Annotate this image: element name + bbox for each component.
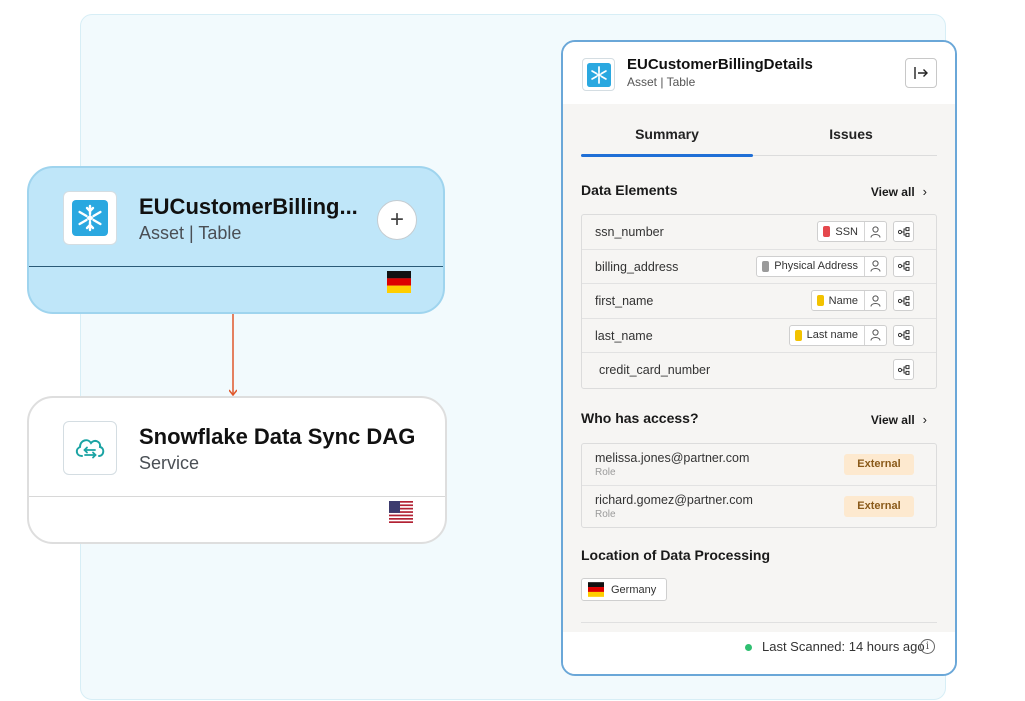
snowflake-icon: [63, 191, 117, 245]
classification-tag-label: SSN: [835, 225, 858, 238]
asset-node-header: EUCustomerBilling... Asset | Table +: [29, 168, 443, 266]
tag-color-dot: [823, 226, 831, 237]
collapse-panel-icon: [914, 67, 928, 79]
location-chip[interactable]: Germany: [581, 578, 668, 601]
person-icon: [864, 256, 886, 276]
asset-node-subtitle: Asset | Table: [139, 223, 242, 243]
asset-node-title: EUCustomerBilling...: [139, 194, 358, 219]
collapse-panel-button[interactable]: [905, 58, 937, 88]
panel-header: EUCustomerBillingDetails Asset | Table: [563, 42, 955, 104]
lineage-edge-arrow: [228, 314, 238, 403]
panel-subtitle: Asset | Table: [627, 75, 696, 89]
person-icon: [864, 222, 886, 241]
panel-tabs: Summary Issues: [581, 104, 937, 157]
lineage-icon: [897, 295, 909, 306]
last-scanned-text: Last Scanned: 14 hours ago: [762, 639, 925, 654]
data-element-row[interactable]: last_name Last name: [582, 319, 936, 354]
tab-summary[interactable]: Summary: [581, 126, 753, 142]
lineage-button[interactable]: [893, 359, 914, 381]
service-node[interactable]: Snowflake Data Sync DAG Service: [27, 396, 447, 544]
access-email: melissa.jones@partner.com: [595, 451, 750, 465]
lineage-icon: [897, 226, 909, 237]
person-icon: [864, 325, 886, 345]
data-element-row[interactable]: first_name Name: [582, 284, 936, 319]
lineage-button[interactable]: [893, 324, 914, 346]
usa-flag-icon: [389, 501, 413, 528]
classification-tag-label: Name: [828, 294, 858, 307]
lineage-icon: [897, 261, 909, 271]
service-node-subtitle: Service: [139, 453, 200, 473]
view-all-label: View all: [870, 413, 915, 427]
info-icon[interactable]: i: [920, 639, 935, 654]
service-node-title: Snowflake Data Sync DAG: [139, 424, 416, 449]
panel-title: EUCustomerBillingDetails: [627, 56, 813, 73]
external-badge: External: [844, 454, 914, 475]
access-title: Who has access?: [581, 410, 699, 426]
asset-node[interactable]: EUCustomerBilling... Asset | Table +: [27, 166, 445, 314]
lineage-button[interactable]: [893, 221, 914, 242]
access-list: melissa.jones@partner.com Role External …: [581, 443, 937, 528]
location-country: Germany: [611, 583, 657, 596]
chevron-right-icon: ›: [922, 184, 927, 199]
external-badge: External: [844, 495, 914, 517]
data-elements-view-all-link[interactable]: View all ›: [871, 184, 927, 199]
lineage-button[interactable]: [893, 255, 914, 277]
data-element-name: last_name: [595, 328, 653, 343]
data-element-row[interactable]: ssn_number SSN: [582, 215, 936, 250]
panel-footer: Last Scanned: 14 hours ago i: [563, 632, 955, 674]
data-element-name: credit_card_number: [599, 363, 711, 378]
data-element-name: first_name: [595, 294, 654, 309]
chevron-right-icon: ›: [922, 412, 927, 427]
add-button[interactable]: +: [377, 200, 417, 240]
access-role: Role: [595, 508, 616, 520]
location-title: Location of Data Processing: [581, 547, 771, 563]
access-row[interactable]: richard.gomez@partner.com Role External: [582, 486, 936, 528]
section-divider: [581, 622, 937, 623]
access-view-all-link[interactable]: View all ›: [871, 412, 927, 427]
access-email: richard.gomez@partner.com: [595, 492, 753, 507]
data-element-row[interactable]: credit_card_number: [582, 353, 936, 388]
service-node-header: Snowflake Data Sync DAG Service: [29, 398, 445, 496]
data-element-tags: [893, 359, 914, 381]
classification-tag[interactable]: Physical Address: [756, 255, 887, 277]
status-dot: [745, 644, 752, 651]
classification-tag[interactable]: Last name: [788, 324, 887, 346]
classification-tag[interactable]: Name: [810, 290, 887, 312]
service-node-divider: [29, 496, 445, 497]
tab-issues[interactable]: Issues: [767, 126, 935, 142]
data-element-tags: Name: [810, 290, 914, 312]
data-element-tags: Last name: [788, 324, 914, 346]
germany-flag-icon: [588, 582, 604, 597]
tag-color-dot: [816, 295, 824, 307]
data-element-name: ssn_number: [595, 225, 664, 239]
classification-tag[interactable]: SSN: [817, 221, 887, 242]
classification-tag-label: Physical Address: [774, 260, 858, 273]
data-element-tags: SSN: [817, 221, 914, 242]
view-all-label: View all: [870, 185, 915, 199]
data-elements-title: Data Elements: [581, 182, 678, 198]
panel-body: Summary Issues Data Elements View all › s…: [563, 104, 955, 632]
asset-details-panel: EUCustomerBillingDetails Asset | Table S…: [561, 40, 957, 676]
lineage-icon: [897, 364, 909, 375]
lineage-button[interactable]: [893, 290, 914, 312]
classification-tag-label: Last name: [806, 329, 858, 342]
lineage-icon: [897, 330, 909, 341]
cloud-sync-icon: [63, 421, 117, 475]
access-row[interactable]: melissa.jones@partner.com Role External: [582, 444, 936, 486]
asset-node-divider: [29, 266, 443, 267]
access-role: Role: [595, 467, 616, 478]
data-elements-list: ssn_number SSN billing_address Physical …: [581, 214, 937, 389]
person-icon: [864, 291, 886, 311]
tag-color-dot: [794, 329, 802, 341]
data-element-tags: Physical Address: [756, 255, 914, 277]
snowflake-icon: [582, 58, 615, 91]
germany-flag-icon: [387, 271, 411, 298]
data-element-row[interactable]: billing_address Physical Address: [582, 250, 936, 285]
tag-color-dot: [762, 260, 770, 272]
data-element-name: billing_address: [595, 259, 679, 274]
active-tab-indicator: [581, 154, 753, 157]
